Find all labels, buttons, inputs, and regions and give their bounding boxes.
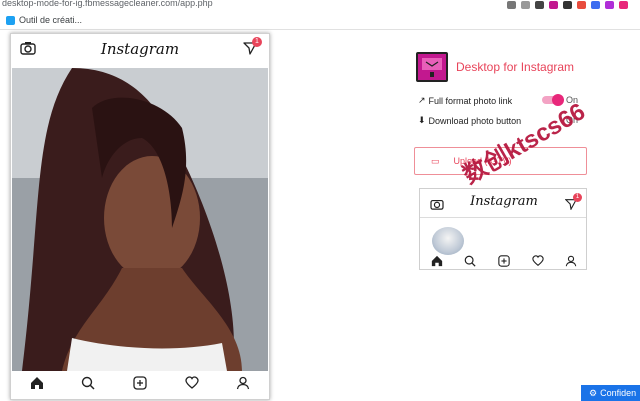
watermark: 数创ktscs66 [458,98,590,190]
divider [420,217,586,218]
option-label: Download photo button [428,115,522,126]
post-photo[interactable] [12,68,268,371]
profile-icon[interactable] [565,254,577,269]
desktop-for-instagram-logo-icon [416,52,448,82]
extension-icon[interactable] [535,0,544,9]
option-download-button: ⬇ Download photo button [418,115,521,126]
instagram-logo: Instagram [470,194,538,209]
home-icon[interactable] [431,254,443,269]
monitor-icon: ▭ [431,155,440,166]
direct-message-icon[interactable]: 1 [243,37,262,60]
url-text[interactable]: desktop-mode-for-ig.fbmessagecleaner.com… [2,0,213,8]
instagram-logo: Instagram [100,40,180,58]
bookmark-favicon-icon [6,15,15,25]
confidential-label: Confiden [600,388,637,398]
extension-icon[interactable] [619,0,628,9]
option-full-format: ↗ Full format photo link [418,95,512,106]
bookmark-label: Outil de créati... [19,15,83,25]
notification-badge: 1 [252,37,262,47]
bottom-navigation [420,254,586,269]
browser-address-bar: desktop-mode-for-ig.fbmessagecleaner.com… [0,0,640,12]
search-icon[interactable] [464,254,476,269]
option-label: Full format photo link [428,95,513,106]
extension-icons [507,0,628,9]
phone-preview: Instagram 1 [10,33,270,400]
camera-icon[interactable] [20,41,36,60]
confidential-button[interactable]: ⚙ Confiden [581,385,640,401]
mini-instagram-preview: Instagram 1 [419,188,587,270]
heart-icon[interactable] [184,375,199,395]
star-icon[interactable] [521,0,530,9]
bottom-navigation [11,371,269,399]
home-icon[interactable] [30,376,44,395]
profile-icon[interactable] [236,376,250,395]
external-link-icon: ↗ [418,95,426,105]
extension-icon[interactable] [591,0,600,9]
search-icon[interactable] [81,376,95,395]
translate-icon[interactable] [507,0,516,9]
bookmark-item[interactable]: Outil de créati... [6,15,82,25]
extension-icon[interactable] [563,0,572,9]
extension-icon[interactable] [577,0,586,9]
notification-badge: 1 [573,193,582,202]
direct-message-icon[interactable]: 1 [564,193,582,215]
bookmarks-bar: Outil de créati... [0,12,640,30]
download-icon: ⬇ [418,115,426,125]
add-post-icon[interactable] [498,254,510,269]
gear-icon: ⚙ [589,387,598,398]
add-post-icon[interactable] [133,375,147,395]
extension-icon[interactable] [605,0,614,9]
avatar[interactable] [432,227,464,255]
instagram-header: Instagram 1 [11,34,269,64]
app-title: Desktop for Instagram [456,60,575,74]
heart-icon[interactable] [531,254,544,269]
extension-icon[interactable] [549,0,558,9]
